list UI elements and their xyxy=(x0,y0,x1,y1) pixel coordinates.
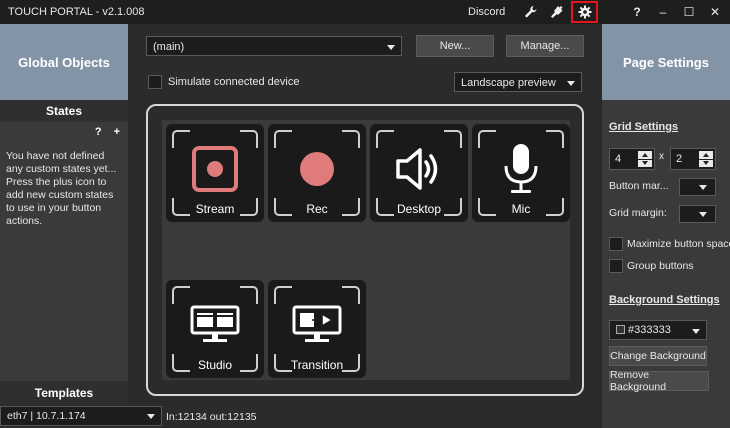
close-button[interactable]: ✕ xyxy=(706,3,724,21)
global-objects-header: Global Objects xyxy=(0,24,128,100)
chevron-down-icon xyxy=(699,185,707,190)
simulate-device-checkbox[interactable] xyxy=(148,75,162,89)
maximize-space-label: Maximize button space xyxy=(627,238,730,250)
page-editor: (main) New... Manage... Simulate connect… xyxy=(128,24,602,404)
chevron-down-icon xyxy=(699,212,707,217)
grid-margin-select[interactable] xyxy=(679,205,716,223)
group-buttons-checkbox[interactable] xyxy=(609,259,623,273)
button-rec[interactable]: Rec xyxy=(268,124,366,222)
network-select[interactable]: eth7 | 10.7.1.174 xyxy=(0,406,162,426)
button-margin-label: Button mar... xyxy=(609,180,669,192)
decrement-icon[interactable] xyxy=(638,159,652,167)
remove-background-button[interactable]: Remove Background xyxy=(609,369,709,393)
group-buttons-label: Group buttons xyxy=(627,260,694,272)
increment-icon[interactable] xyxy=(699,151,713,159)
help-button[interactable]: ? xyxy=(628,3,646,21)
rows-stepper[interactable]: 2 xyxy=(670,148,716,170)
increment-icon[interactable] xyxy=(638,151,652,159)
settings-gear-icon[interactable] xyxy=(571,1,598,23)
button-grid: Stream Rec Desktop Mic Studio Transition xyxy=(146,104,584,396)
chevron-down-icon xyxy=(692,329,700,334)
status-bar: eth7 | 10.7.1.174 In:12134 out:12135 xyxy=(0,404,602,428)
record-icon xyxy=(268,142,366,196)
network-value: eth7 | 10.7.1.174 xyxy=(7,410,86,422)
states-title: States xyxy=(0,100,128,122)
color-swatch xyxy=(616,325,625,334)
button-label: Studio xyxy=(197,358,233,372)
button-label: Desktop xyxy=(396,202,442,216)
button-studio[interactable]: Studio xyxy=(166,280,264,378)
background-color-value: #333333 xyxy=(628,324,671,336)
change-background-button[interactable]: Change Background xyxy=(609,346,707,366)
manage-pages-button[interactable]: Manage... xyxy=(506,35,584,57)
states-tools: ? + xyxy=(95,126,120,138)
grid-margin-label: Grid margin: xyxy=(609,207,667,219)
simulate-device-label: Simulate connected device xyxy=(168,76,300,88)
new-page-button[interactable]: New... xyxy=(416,35,494,57)
chevron-down-icon xyxy=(387,45,395,50)
page-select-value: (main) xyxy=(153,41,185,53)
io-counter: In:12134 out:12135 xyxy=(166,411,257,423)
grid-area: Stream Rec Desktop Mic Studio Transition xyxy=(162,120,570,380)
speaker-icon xyxy=(370,142,468,196)
minimize-button[interactable]: – xyxy=(654,3,672,21)
button-mic[interactable]: Mic xyxy=(472,124,570,222)
columns-value: 4 xyxy=(615,153,622,165)
transition-icon xyxy=(268,298,366,352)
background-color-select[interactable]: #333333 xyxy=(609,320,707,340)
times-label: x xyxy=(659,151,664,162)
add-state-button[interactable]: + xyxy=(114,126,120,138)
states-help-button[interactable]: ? xyxy=(95,126,102,138)
title-bar: TOUCH PORTAL - v2.1.008 Discord ? – ☐ ✕ xyxy=(0,0,730,24)
columns-stepper[interactable]: 4 xyxy=(609,148,655,170)
button-label: Stream xyxy=(195,202,235,216)
studio-monitors-icon xyxy=(166,298,264,352)
rows-value: 2 xyxy=(676,153,683,165)
button-desktop[interactable]: Desktop xyxy=(370,124,468,222)
wrench-icon[interactable] xyxy=(522,3,540,21)
states-info-text: You have not defined any custom states y… xyxy=(6,150,117,227)
button-label: Transition xyxy=(290,358,344,372)
chevron-down-icon xyxy=(147,414,155,419)
decrement-icon[interactable] xyxy=(699,159,713,167)
button-transition[interactable]: Transition xyxy=(268,280,366,378)
button-label: Mic xyxy=(511,202,531,216)
page-settings-header: Page Settings xyxy=(602,24,730,100)
maximize-space-checkbox[interactable] xyxy=(609,237,623,251)
page-settings-panel: Page Settings Grid Settings 4 x 2 Button… xyxy=(602,24,730,428)
templates-title[interactable]: Templates xyxy=(0,381,128,404)
left-panel: Global Objects States ? + You have not d… xyxy=(0,24,128,404)
discord-link[interactable]: Discord xyxy=(468,6,505,18)
page-select[interactable]: (main) xyxy=(146,36,402,56)
stream-icon xyxy=(166,142,264,196)
button-stream[interactable]: Stream xyxy=(166,124,264,222)
preview-select-value: Landscape preview xyxy=(461,77,556,89)
microphone-icon xyxy=(472,142,570,196)
preview-select[interactable]: Landscape preview xyxy=(454,72,582,92)
button-margin-select[interactable] xyxy=(679,178,716,196)
window-title: TOUCH PORTAL - v2.1.008 xyxy=(8,6,145,18)
grid-settings-title: Grid Settings xyxy=(609,121,679,133)
background-settings-title: Background Settings xyxy=(609,294,720,306)
maximize-button[interactable]: ☐ xyxy=(680,3,698,21)
chevron-down-icon xyxy=(567,81,575,86)
plugin-icon[interactable] xyxy=(548,3,566,21)
button-label: Rec xyxy=(306,202,328,216)
